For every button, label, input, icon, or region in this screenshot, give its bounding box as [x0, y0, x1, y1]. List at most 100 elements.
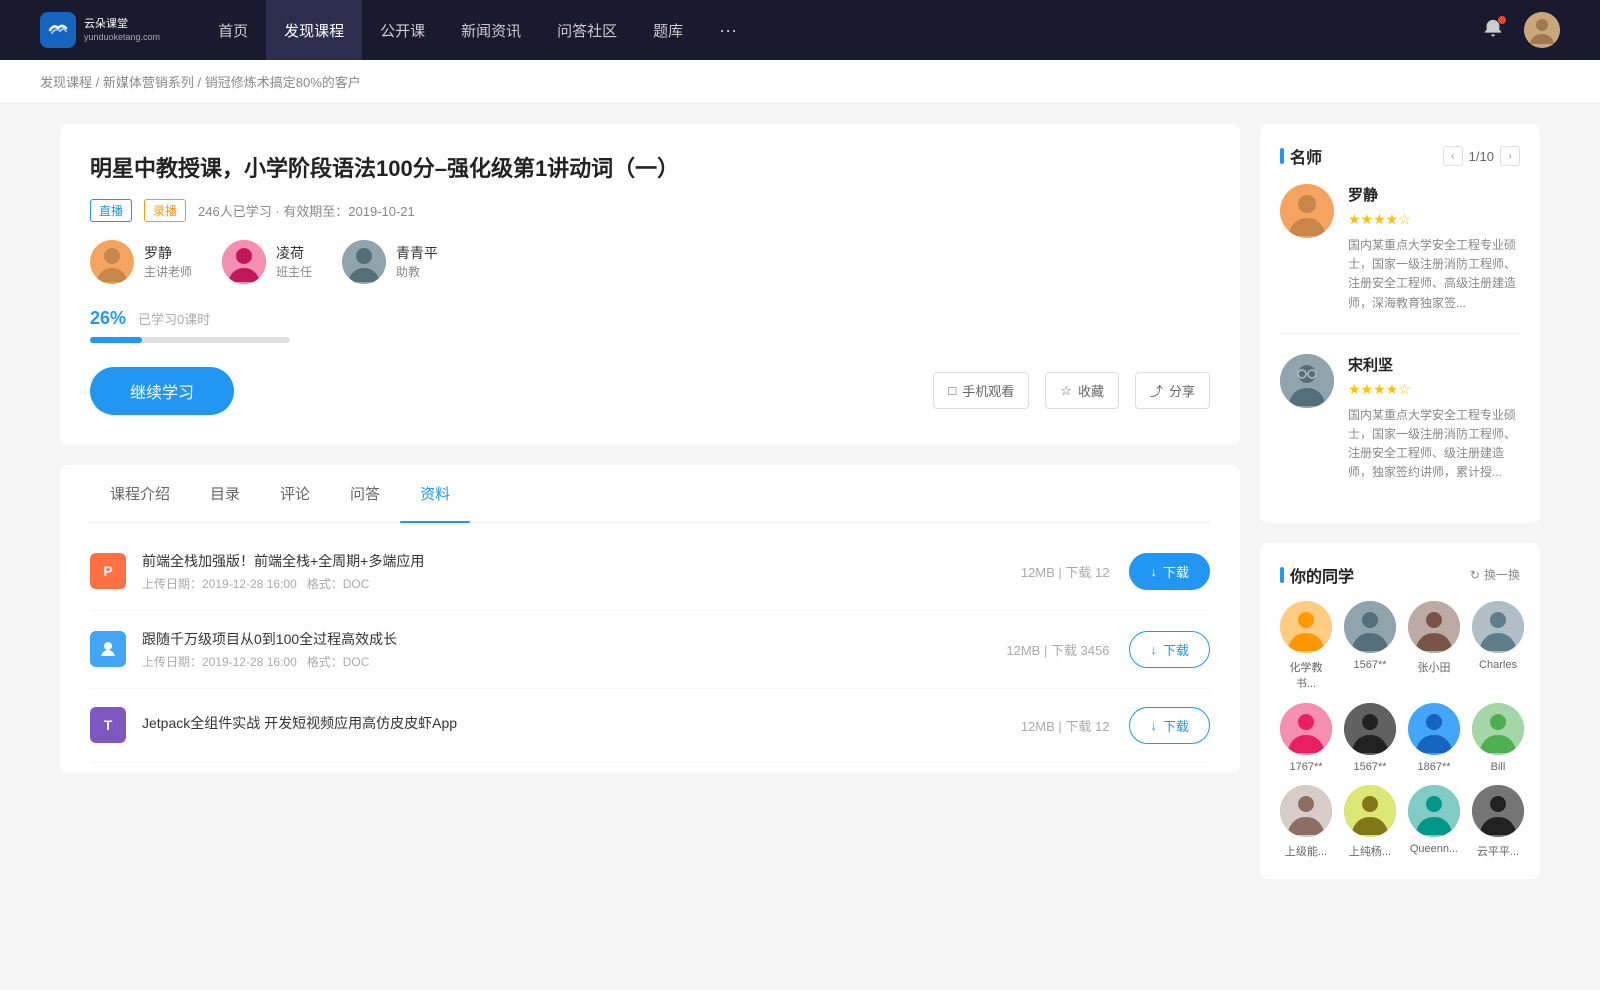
teacher-3-role: 助教 — [396, 263, 438, 280]
user-avatar[interactable] — [1524, 12, 1560, 48]
badge-live: 直播 — [90, 199, 132, 222]
classmate-10: 上纯杨... — [1344, 785, 1396, 859]
nav-items: 首页 发现课程 公开课 新闻资讯 问答社区 题库 ··· — [200, 0, 1482, 60]
logo-sub: yunduoketang.com — [84, 32, 160, 42]
panel-teacher-1-avatar — [1280, 184, 1334, 238]
teacher-1-name: 罗静 — [144, 243, 192, 263]
notification-bell[interactable] — [1482, 18, 1504, 43]
next-page-btn[interactable]: › — [1500, 146, 1520, 166]
resource-icon-1: P — [90, 553, 126, 589]
panel-teacher-2: 宋利坚 ★★★★☆ 国内某重点大学安全工程专业硕士，国家一级注册消防工程师、注册… — [1280, 354, 1520, 483]
teacher-3-avatar — [342, 240, 386, 284]
share-button[interactable]: ⤴ 分享 — [1135, 372, 1210, 409]
prev-page-btn[interactable]: ‹ — [1443, 146, 1463, 166]
classmate-4-name: Charles — [1479, 659, 1517, 671]
resource-item-2: 跟随千万级项目从0到100全过程高效成长 上传日期：2019-12-28 16:… — [90, 611, 1210, 689]
tab-intro[interactable]: 课程介绍 — [90, 465, 190, 522]
nav-news[interactable]: 新闻资讯 — [443, 0, 539, 60]
resource-name-1: 前端全栈加强版！前端全栈+全周期+多端应用 — [142, 551, 1005, 571]
breadcrumb-link-2[interactable]: 新媒体营销系列 — [103, 75, 194, 90]
panel-teacher-2-avatar — [1280, 354, 1334, 408]
tab-catalog[interactable]: 目录 — [190, 465, 260, 522]
classmate-9-avatar[interactable] — [1280, 785, 1332, 837]
collect-label: 收藏 — [1078, 381, 1104, 400]
breadcrumb: 发现课程 / 新媒体营销系列 / 销冠修炼术搞定80%的客户 — [0, 60, 1600, 104]
classmate-1: 化学教书... — [1280, 601, 1332, 691]
tab-resource[interactable]: 资料 — [400, 465, 470, 522]
teacher-2-info: 凌荷 班主任 — [276, 243, 312, 280]
classmate-7: 1867** — [1408, 703, 1460, 773]
teachers-list: 罗静 主讲老师 凌荷 班主任 — [90, 240, 1210, 284]
classmates-grid: 化学教书... 1567** 张小田 — [1280, 601, 1520, 859]
teacher-3-info: 青青平 助教 — [396, 243, 438, 280]
classmate-5-avatar[interactable] — [1280, 703, 1332, 755]
teachers-panel-header: 名师 ‹ 1/10 › — [1280, 144, 1520, 168]
resource-info-1: 前端全栈加强版！前端全栈+全周期+多端应用 上传日期：2019-12-28 16… — [142, 551, 1005, 592]
download-button-1[interactable]: ↓ 下载 — [1129, 553, 1210, 590]
progress-bar-fill — [90, 337, 142, 343]
mobile-label: 手机观看 — [962, 381, 1014, 400]
nav-more[interactable]: ··· — [701, 0, 755, 60]
download-button-3[interactable]: ↓ 下载 — [1129, 707, 1210, 744]
teacher-3-name: 青青平 — [396, 243, 438, 263]
download-icon-2: ↓ — [1150, 642, 1157, 657]
resource-item-1: P 前端全栈加强版！前端全栈+全周期+多端应用 上传日期：2019-12-28 … — [90, 533, 1210, 611]
classmate-6-avatar[interactable] — [1344, 703, 1396, 755]
breadcrumb-link-1[interactable]: 发现课程 — [40, 75, 92, 90]
panel-teacher-1-stars: ★★★★☆ — [1348, 211, 1520, 228]
resource-item-3: T Jetpack全组件实战 开发短视频应用高仿皮皮虾App 12MB | 下载… — [90, 689, 1210, 763]
resource-info-2: 跟随千万级项目从0到100全过程高效成长 上传日期：2019-12-28 16:… — [142, 629, 990, 670]
classmate-3: 张小田 — [1408, 601, 1460, 691]
teacher-2-avatar — [222, 240, 266, 284]
tabs-nav: 课程介绍 目录 评论 问答 资料 — [90, 465, 1210, 523]
tab-review[interactable]: 评论 — [260, 465, 330, 522]
resource-stats-1: 12MB | 下载 12 — [1021, 562, 1110, 581]
classmate-10-name: 上纯杨... — [1349, 843, 1391, 859]
teacher-1-avatar — [90, 240, 134, 284]
teacher-2-name: 凌荷 — [276, 243, 312, 263]
course-title: 明星中教授课，小学阶段语法100分–强化级第1讲动词（一） — [90, 154, 1210, 185]
download-button-2[interactable]: ↓ 下载 — [1129, 631, 1210, 668]
classmate-1-avatar[interactable] — [1280, 601, 1332, 653]
main-content: 明星中教授课，小学阶段语法100分–强化级第1讲动词（一） 直播 录播 246人… — [20, 104, 1580, 919]
resource-icon-3: T — [90, 707, 126, 743]
tab-qa[interactable]: 问答 — [330, 465, 400, 522]
left-panel: 明星中教授课，小学阶段语法100分–强化级第1讲动词（一） 直播 录播 246人… — [60, 124, 1240, 899]
classmate-2-avatar[interactable] — [1344, 601, 1396, 653]
classmate-12-name: 云平平... — [1477, 843, 1519, 859]
classmate-4-avatar[interactable] — [1472, 601, 1524, 653]
logo[interactable]: 云朵课堂 yunduoketang.com — [40, 12, 160, 48]
panel-teacher-1: 罗静 ★★★★☆ 国内某重点大学安全工程专业硕士，国家一级注册消防工程师、注册安… — [1280, 184, 1520, 313]
classmate-12-avatar[interactable] — [1472, 785, 1524, 837]
right-panel: 名师 ‹ 1/10 › — [1260, 124, 1540, 899]
progress-section: 26% 已学习0课时 — [90, 308, 1210, 343]
classmate-3-avatar[interactable] — [1408, 601, 1460, 653]
continue-button[interactable]: 继续学习 — [90, 367, 234, 415]
nav-open[interactable]: 公开课 — [362, 0, 443, 60]
classmate-11-avatar[interactable] — [1408, 785, 1460, 837]
notification-dot — [1498, 16, 1506, 24]
nav-discover[interactable]: 发现课程 — [266, 0, 362, 60]
teacher-divider — [1280, 333, 1520, 334]
classmate-10-avatar[interactable] — [1344, 785, 1396, 837]
resource-right-1: 12MB | 下载 12 ↓ 下载 — [1021, 553, 1210, 590]
collect-button[interactable]: ☆ 收藏 — [1045, 372, 1119, 409]
resource-icon-2 — [90, 631, 126, 667]
mobile-view-button[interactable]: □ 手机观看 — [933, 372, 1029, 409]
nav-qa[interactable]: 问答社区 — [539, 0, 635, 60]
classmates-header: 你的同学 ↻ 换一换 — [1280, 563, 1520, 587]
nav-questions[interactable]: 题库 — [635, 0, 701, 60]
resource-meta-1: 上传日期：2019-12-28 16:00 格式：DOC — [142, 575, 1005, 592]
resource-meta-2: 上传日期：2019-12-28 16:00 格式：DOC — [142, 653, 990, 670]
teacher-1: 罗静 主讲老师 — [90, 240, 192, 284]
classmate-4: Charles — [1472, 601, 1524, 691]
resource-stats-3: 12MB | 下载 12 — [1021, 716, 1110, 735]
classmate-7-avatar[interactable] — [1408, 703, 1460, 755]
classmate-6-name: 1567** — [1353, 761, 1386, 773]
progress-label: 已学习0课时 — [138, 309, 210, 328]
classmate-8-avatar[interactable] — [1472, 703, 1524, 755]
refresh-button[interactable]: ↻ 换一换 — [1470, 566, 1520, 583]
classmate-7-name: 1867** — [1417, 761, 1450, 773]
classmate-8: Bill — [1472, 703, 1524, 773]
nav-home[interactable]: 首页 — [200, 0, 266, 60]
